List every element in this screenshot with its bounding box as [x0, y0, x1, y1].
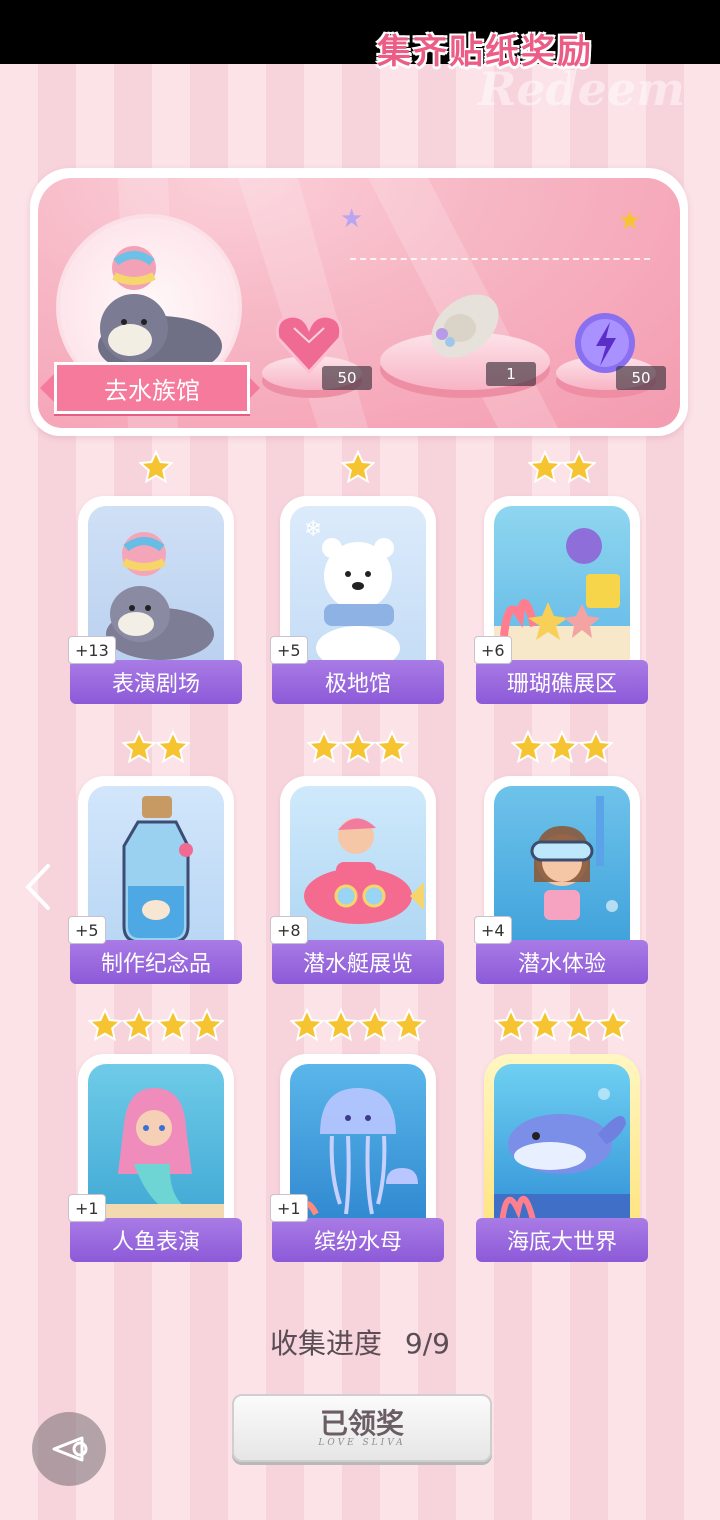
card-count-badge: +5: [270, 636, 308, 664]
reward-count-badge: 50: [322, 366, 372, 390]
rarity-stars: [74, 1008, 238, 1042]
rarity-stars: [74, 730, 238, 764]
card-label: 极地馆: [272, 660, 444, 704]
star-icon: [545, 730, 579, 764]
progress-label: 收集进度: [270, 1327, 383, 1360]
card-label: 海底大世界: [476, 1218, 648, 1262]
diver-girl-icon: [530, 796, 618, 920]
card-label: 珊瑚礁展区: [476, 660, 648, 704]
sticker-card[interactable]: ❄ 极地馆 +5: [270, 450, 444, 704]
star-icon: [122, 1008, 156, 1042]
card-label: 缤纷水母: [272, 1218, 444, 1262]
previous-page-arrow-icon[interactable]: [22, 862, 52, 912]
star-icon: [494, 1008, 528, 1042]
card-art: ❄: [290, 506, 426, 670]
reward-title-text: 集齐贴纸奖励: [377, 31, 593, 72]
back-arrow-icon: [52, 1436, 88, 1462]
card-label: 潜水体验: [476, 940, 648, 984]
sticker-card[interactable]: 潜水艇展览 +8: [270, 730, 444, 984]
card-art: [494, 786, 630, 950]
rarity-stars: [74, 450, 238, 484]
sticker-card[interactable]: 海底大世界: [476, 1008, 648, 1262]
star-icon: [324, 1008, 358, 1042]
star-icon: [392, 1008, 426, 1042]
sticker-card[interactable]: 珊瑚礁展区 +6: [474, 450, 648, 704]
star-icon: [562, 450, 596, 484]
star-icon: [307, 730, 341, 764]
back-button[interactable]: [32, 1412, 106, 1486]
go-to-aquarium-button[interactable]: 去水族馆: [54, 362, 250, 414]
sticker-card[interactable]: 制作纪念品 +5: [68, 730, 242, 984]
collection-progress: 收集进度 9/9: [0, 1322, 720, 1362]
sticker-card[interactable]: 表演剧场 +13: [68, 450, 242, 704]
card-label: 潜水艇展览: [272, 940, 444, 984]
star-decoration-icon: ★: [340, 204, 364, 234]
rarity-stars: [276, 450, 440, 484]
star-icon: [139, 450, 173, 484]
card-art: [494, 1064, 630, 1228]
reward-count-badge: 50: [616, 366, 666, 390]
star-icon: [596, 1008, 630, 1042]
svg-text:❄: ❄: [304, 517, 322, 542]
star-icon: [88, 1008, 122, 1042]
claimed-button-sublabel: LOVE SLIVA: [318, 1438, 406, 1448]
mermaid-icon: [88, 1088, 224, 1228]
card-count-badge: +13: [68, 636, 116, 664]
sticker-card[interactable]: 缤纷水母 +1: [270, 1008, 444, 1262]
star-decoration-icon: ★: [618, 206, 642, 236]
card-art: [290, 786, 426, 950]
coral-reef-icon: [494, 528, 630, 670]
star-icon: [341, 730, 375, 764]
card-label: 制作纪念品: [70, 940, 242, 984]
star-icon: [375, 730, 409, 764]
rarity-stars: [276, 730, 440, 764]
sticker-card[interactable]: 潜水体验 +4: [474, 730, 648, 984]
card-art: [88, 786, 224, 950]
dashed-divider: [350, 258, 650, 260]
star-icon: [156, 1008, 190, 1042]
star-icon: [290, 1008, 324, 1042]
star-icon: [579, 730, 613, 764]
rarity-stars: [276, 1008, 440, 1042]
claimed-button-label: 已领奖: [319, 1407, 404, 1440]
star-icon: [528, 1008, 562, 1042]
sun-hat-icon[interactable]: [420, 284, 510, 364]
submarine-icon: [304, 818, 424, 924]
rarity-stars: [480, 1008, 644, 1042]
whale-icon: [494, 1088, 630, 1228]
reward-count-badge: 1: [486, 362, 536, 386]
card-count-badge: +6: [474, 636, 512, 664]
message-bottle-icon: [122, 796, 193, 944]
card-count-badge: +4: [474, 916, 512, 944]
reward-panel-title: 集齐贴纸奖励: [340, 22, 630, 74]
rarity-stars: [480, 730, 644, 764]
card-art: [494, 506, 630, 670]
card-count-badge: +5: [68, 916, 106, 944]
card-label: 表演剧场: [70, 660, 242, 704]
card-art: [88, 1064, 224, 1228]
star-icon: [190, 1008, 224, 1042]
rarity-stars: [480, 450, 644, 484]
star-icon: [511, 730, 545, 764]
claimed-button[interactable]: 已领奖 LOVE SLIVA: [232, 1394, 492, 1462]
star-icon: [156, 730, 190, 764]
jellyfish-icon: [299, 1088, 418, 1216]
star-icon: [341, 450, 375, 484]
card-count-badge: +1: [68, 1194, 106, 1222]
star-icon: [358, 1008, 392, 1042]
card-label: 人鱼表演: [70, 1218, 242, 1262]
star-icon: [122, 730, 156, 764]
sticker-card[interactable]: 人鱼表演 +1: [68, 1008, 242, 1262]
card-count-badge: +1: [270, 1194, 308, 1222]
polar-bear-icon: ❄: [304, 517, 400, 670]
card-art: [290, 1064, 426, 1228]
card-count-badge: +8: [270, 916, 308, 944]
star-icon: [562, 1008, 596, 1042]
progress-value: 9/9: [404, 1327, 450, 1360]
star-icon: [528, 450, 562, 484]
